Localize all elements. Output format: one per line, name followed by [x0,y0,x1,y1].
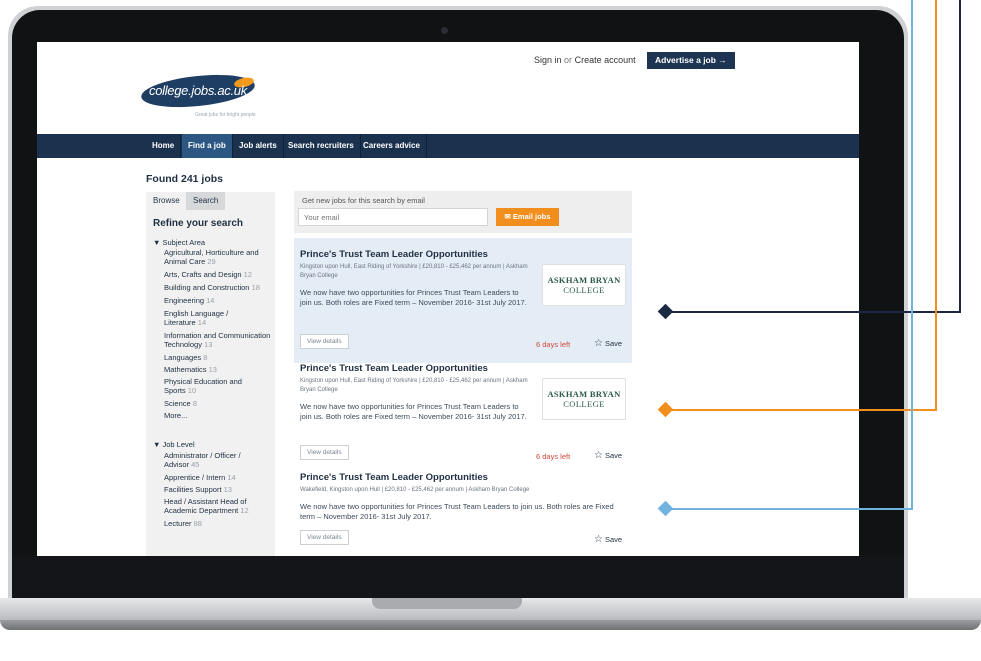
view-details-button[interactable]: View details [300,445,349,460]
job-title[interactable]: Prince's Trust Team Leader Opportunities [300,472,488,483]
save-button[interactable]: ☆ Save [594,338,622,349]
callout-line-orange [935,0,937,411]
facet-item[interactable]: Apprentice / Intern 14 [164,473,272,482]
facet-item[interactable]: Information and Communication Technology… [164,331,272,349]
facet-item[interactable]: Lecturer 88 [164,519,272,528]
facet-item[interactable]: Engineering 14 [164,296,272,305]
laptop-mockup: Sign in or Create account Advertise a jo… [0,0,981,661]
camera-icon [441,27,448,34]
screen-chin [12,556,904,600]
create-account-link[interactable]: Create account [575,55,636,65]
callout-line-dark [959,0,961,312]
facet-item[interactable]: Building and Construction 18 [164,283,272,292]
facet-more-link[interactable]: More... [164,411,272,420]
facet-item[interactable]: Agricultural, Horticulture and Animal Ca… [164,248,272,266]
callout-line-orange [672,409,937,411]
job-listing[interactable]: Prince's Trust Team Leader Opportunities… [294,462,632,556]
facet-item[interactable]: Languages 8 [164,353,272,362]
auth-links: Sign in or Create account [534,55,636,65]
job-listing[interactable]: Prince's Trust Team Leader Opportunities… [294,238,632,363]
refine-title: Refine your search [153,218,244,229]
job-description: We now have two opportunities for Prince… [300,402,527,421]
job-meta: Wakefield, Kingston upon Hull | £20,810 … [300,487,530,493]
nav-home[interactable]: Home [146,134,182,158]
callout-line-dark [672,311,961,313]
facet-item[interactable]: Science 8 [164,399,272,408]
nav-find-a-job[interactable]: Find a job [182,134,233,158]
job-listing[interactable]: Prince's Trust Team Leader Opportunities… [294,352,632,466]
callout-line-blue [672,508,913,510]
view-details-button[interactable]: View details [300,530,349,545]
star-icon: ☆ [594,450,603,461]
days-left: 6 days left [536,340,571,349]
logo-text: college.jobs.ac.uk [149,83,247,98]
facet-item[interactable]: Facilities Support 13 [164,485,272,494]
email-alert-title: Get new jobs for this search by email [302,196,425,205]
facet-group-job-level[interactable]: ▼ Job Level [153,440,195,449]
job-title[interactable]: Prince's Trust Team Leader Opportunities [300,363,488,374]
tab-search[interactable]: Search [186,192,226,210]
email-input[interactable] [298,208,488,226]
employer-logo: ASKHAM BRYAN COLLEGE [542,264,626,306]
save-button[interactable]: ☆ Save [594,534,622,545]
nav-search-recruiters[interactable]: Search recruiters [282,134,361,158]
email-jobs-button[interactable]: ✉ Email jobs [496,208,559,226]
job-description: We now have two opportunities for Prince… [300,288,527,307]
save-button[interactable]: ☆ Save [594,450,622,461]
view-details-button[interactable]: View details [300,334,349,349]
employer-logo: ASKHAM BRYAN COLLEGE [542,378,626,420]
facet-item[interactable]: Administrator / Officer / Advisor 45 [164,451,264,469]
tab-browse[interactable]: Browse [146,192,187,210]
facet-group-subject-area[interactable]: ▼ Subject Area [153,238,205,247]
results-count: Found 241 jobs [146,173,224,185]
star-icon: ☆ [594,338,603,349]
facet-item[interactable]: English Language / Literature 14 [164,309,254,327]
days-left: 6 days left [536,452,571,461]
nav-job-alerts[interactable]: Job alerts [233,134,284,158]
facet-item[interactable]: Arts, Crafts and Design 12 [164,270,272,279]
job-description: We now have two opportunities for Prince… [300,502,614,521]
advertise-job-button[interactable]: Advertise a job → [647,52,735,69]
job-meta: Kingston upon Hull, East Riding of Yorks… [300,264,528,279]
facet-item[interactable]: Head / Assistant Head of Academic Depart… [164,497,272,515]
job-meta: Kingston upon Hull, East Riding of Yorks… [300,378,528,393]
laptop-notch [372,598,522,609]
callout-line-blue [911,0,913,510]
laptop-base-bottom [0,620,981,630]
sign-in-link[interactable]: Sign in [534,55,562,65]
auth-or: or [564,55,573,65]
site-tagline: Great jobs for bright people [195,112,256,118]
star-icon: ☆ [594,534,603,545]
facet-item[interactable]: Physical Education and Sports 10 [164,377,260,395]
browser-viewport: Sign in or Create account Advertise a jo… [37,42,859,556]
nav-careers-advice[interactable]: Careers advice [357,134,427,158]
facet-item[interactable]: Mathematics 13 [164,365,272,374]
job-title[interactable]: Prince's Trust Team Leader Opportunities [300,249,488,260]
